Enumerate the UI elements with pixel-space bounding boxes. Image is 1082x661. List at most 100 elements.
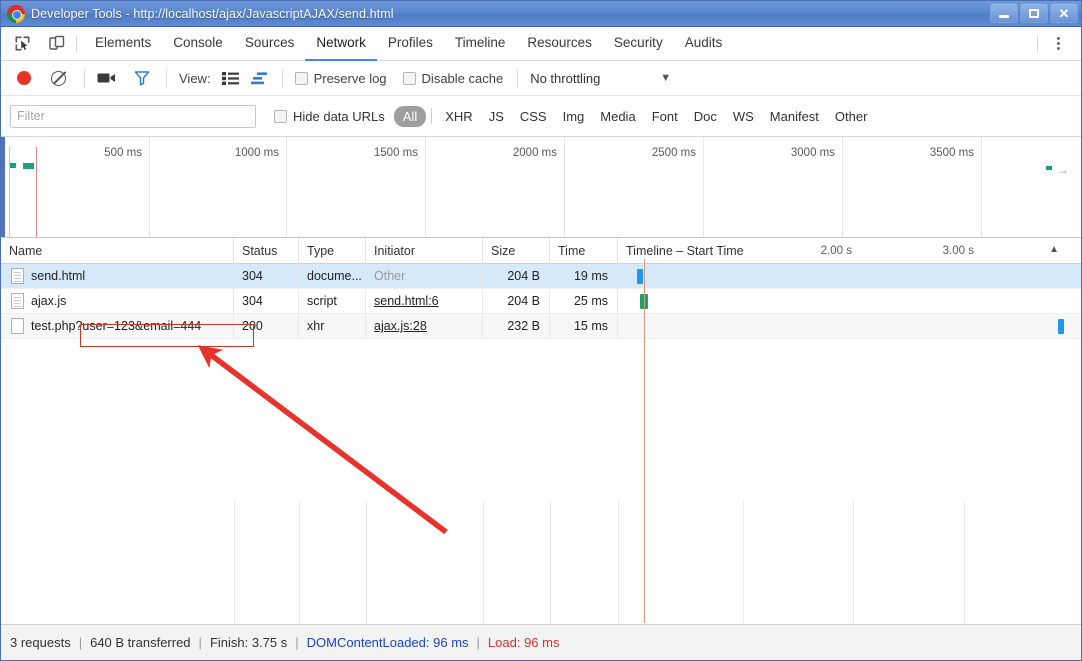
column-header-waterfall[interactable]: Timeline – Start Time 2.00 s 3.00 s ▲ xyxy=(618,238,1081,264)
column-divider xyxy=(743,501,744,624)
overview-tick-label: 3500 ms xyxy=(929,147,974,159)
waterfall-bar xyxy=(637,268,643,284)
column-divider xyxy=(853,501,854,624)
hide-data-urls-box xyxy=(274,109,287,123)
cell-waterfall xyxy=(618,264,1081,289)
toolbar-divider xyxy=(76,34,77,53)
window-title: Developer Tools - http://localhost/ajax/… xyxy=(31,6,394,21)
filter-chip-xhr[interactable]: XHR xyxy=(437,106,480,126)
status-separator: | xyxy=(295,635,299,650)
filter-input[interactable] xyxy=(10,104,256,128)
cell-time: 25 ms xyxy=(550,288,618,314)
network-status-bar: 3 requests | 640 B transferred | Finish:… xyxy=(1,624,1081,660)
cell-status: 304 xyxy=(234,288,299,314)
filter-chip-doc[interactable]: Doc xyxy=(686,106,725,126)
table-row[interactable]: ajax.js 304 script send.html:6 204 B 25 … xyxy=(1,288,1081,314)
cell-initiator[interactable]: ajax.js:28 xyxy=(366,313,483,339)
filter-chip-font[interactable]: Font xyxy=(644,106,686,126)
disable-cache-checkbox[interactable]: Disable cache xyxy=(402,70,504,86)
minimize-button[interactable] xyxy=(990,3,1018,23)
waterfall-tick-label: 2.00 s xyxy=(820,244,852,257)
chrome-logo-icon xyxy=(7,4,25,23)
table-row[interactable]: send.html 304 docume... Other 204 B 19 m… xyxy=(1,263,1081,289)
column-header-size[interactable]: Size xyxy=(483,238,550,264)
filter-chip-img[interactable]: Img xyxy=(555,106,593,126)
ctrl-divider-3 xyxy=(281,68,283,88)
table-row[interactable]: test.php?user=123&email=444 200 xhr ajax… xyxy=(1,313,1081,339)
cell-name[interactable]: test.php?user=123&email=444 xyxy=(1,313,234,339)
tab-list: Elements Console Sources Network Profile… xyxy=(84,27,733,61)
camera-icon[interactable] xyxy=(97,71,116,85)
tab-profiles[interactable]: Profiles xyxy=(377,27,444,61)
sort-ascending-icon[interactable]: ▲ xyxy=(1049,244,1059,255)
overview-timeline[interactable]: 500 ms 1000 ms 1500 ms 2000 ms 2500 ms 3… xyxy=(1,137,1081,238)
cell-initiator: Other xyxy=(366,263,483,289)
maximize-button[interactable] xyxy=(1020,3,1048,23)
clear-icon[interactable] xyxy=(51,70,66,86)
filter-chip-media[interactable]: Media xyxy=(592,106,643,126)
preserve-log-label: Preserve log xyxy=(313,70,387,86)
table-empty-area xyxy=(1,501,1081,624)
column-divider xyxy=(483,501,484,624)
throttling-select[interactable]: No throttling ▼ xyxy=(530,71,671,86)
filter-chip-js[interactable]: JS xyxy=(481,106,512,126)
column-header-name[interactable]: Name xyxy=(1,238,234,264)
filter-chip-css[interactable]: CSS xyxy=(512,106,555,126)
dom-content-loaded-time: DOMContentLoaded: 96 ms xyxy=(306,635,469,650)
column-header-initiator[interactable]: Initiator xyxy=(366,238,483,264)
overview-gridline xyxy=(149,137,150,237)
filter-chip-manifest[interactable]: Manifest xyxy=(762,106,827,126)
overview-gridline xyxy=(286,137,287,237)
status-separator: | xyxy=(198,635,202,650)
request-name: send.html xyxy=(31,269,86,283)
record-icon[interactable] xyxy=(17,71,31,85)
overview-request-bar xyxy=(23,163,34,169)
disable-cache-box xyxy=(402,71,416,85)
tab-timeline[interactable]: Timeline xyxy=(444,27,517,61)
inspect-element-icon[interactable] xyxy=(9,31,35,57)
filter-chip-all[interactable]: All xyxy=(393,105,427,127)
column-header-type[interactable]: Type xyxy=(299,238,366,264)
chevron-down-icon: ▼ xyxy=(660,72,672,84)
column-header-time[interactable]: Time xyxy=(550,238,618,264)
initiator-link[interactable]: ajax.js:28 xyxy=(374,319,427,333)
cell-initiator[interactable]: send.html:6 xyxy=(366,288,483,314)
cell-name[interactable]: ajax.js xyxy=(1,288,234,314)
filter-chip-other[interactable]: Other xyxy=(827,106,876,126)
tab-security[interactable]: Security xyxy=(603,27,674,61)
waterfall-view-icon[interactable] xyxy=(250,71,268,85)
preserve-log-checkbox[interactable]: Preserve log xyxy=(294,70,387,86)
ctrl-divider-4 xyxy=(517,68,519,88)
initiator-link[interactable]: send.html:6 xyxy=(374,294,439,308)
ctrl-divider-1 xyxy=(84,68,85,88)
hide-data-urls-checkbox[interactable]: Hide data URLs xyxy=(274,109,385,124)
cell-type: docume... xyxy=(299,263,366,289)
disable-cache-label: Disable cache xyxy=(421,70,504,86)
status-separator: | xyxy=(476,635,480,650)
right-arrow-icon: → xyxy=(1057,163,1069,177)
list-view-icon[interactable] xyxy=(221,71,239,85)
xhr-file-icon xyxy=(11,318,24,334)
column-header-status[interactable]: Status xyxy=(234,238,299,264)
transferred-size: 640 B transferred xyxy=(90,635,191,650)
filter-toolbar: Hide data URLs All XHR JS CSS Img Media … xyxy=(1,96,1081,137)
column-divider xyxy=(618,501,619,624)
filter-chip-ws[interactable]: WS xyxy=(725,106,762,126)
close-button[interactable]: ✕ xyxy=(1050,3,1078,23)
device-toolbar-icon[interactable] xyxy=(43,31,69,57)
tab-resources[interactable]: Resources xyxy=(516,27,603,61)
column-divider xyxy=(964,501,965,624)
cell-name[interactable]: send.html xyxy=(1,263,234,289)
overview-request-bar xyxy=(10,163,16,168)
more-options-icon[interactable] xyxy=(1045,31,1071,57)
tab-sources[interactable]: Sources xyxy=(234,27,306,61)
overview-gridline xyxy=(842,137,843,237)
funnel-filter-icon[interactable] xyxy=(134,70,150,86)
throttling-value: No throttling xyxy=(530,70,601,86)
tab-network[interactable]: Network xyxy=(305,27,377,61)
tab-elements[interactable]: Elements xyxy=(84,27,162,61)
tab-console[interactable]: Console xyxy=(162,27,234,61)
tab-audits[interactable]: Audits xyxy=(674,27,734,61)
cell-waterfall xyxy=(618,314,1081,339)
waterfall-tick-label: 3.00 s xyxy=(942,244,974,257)
